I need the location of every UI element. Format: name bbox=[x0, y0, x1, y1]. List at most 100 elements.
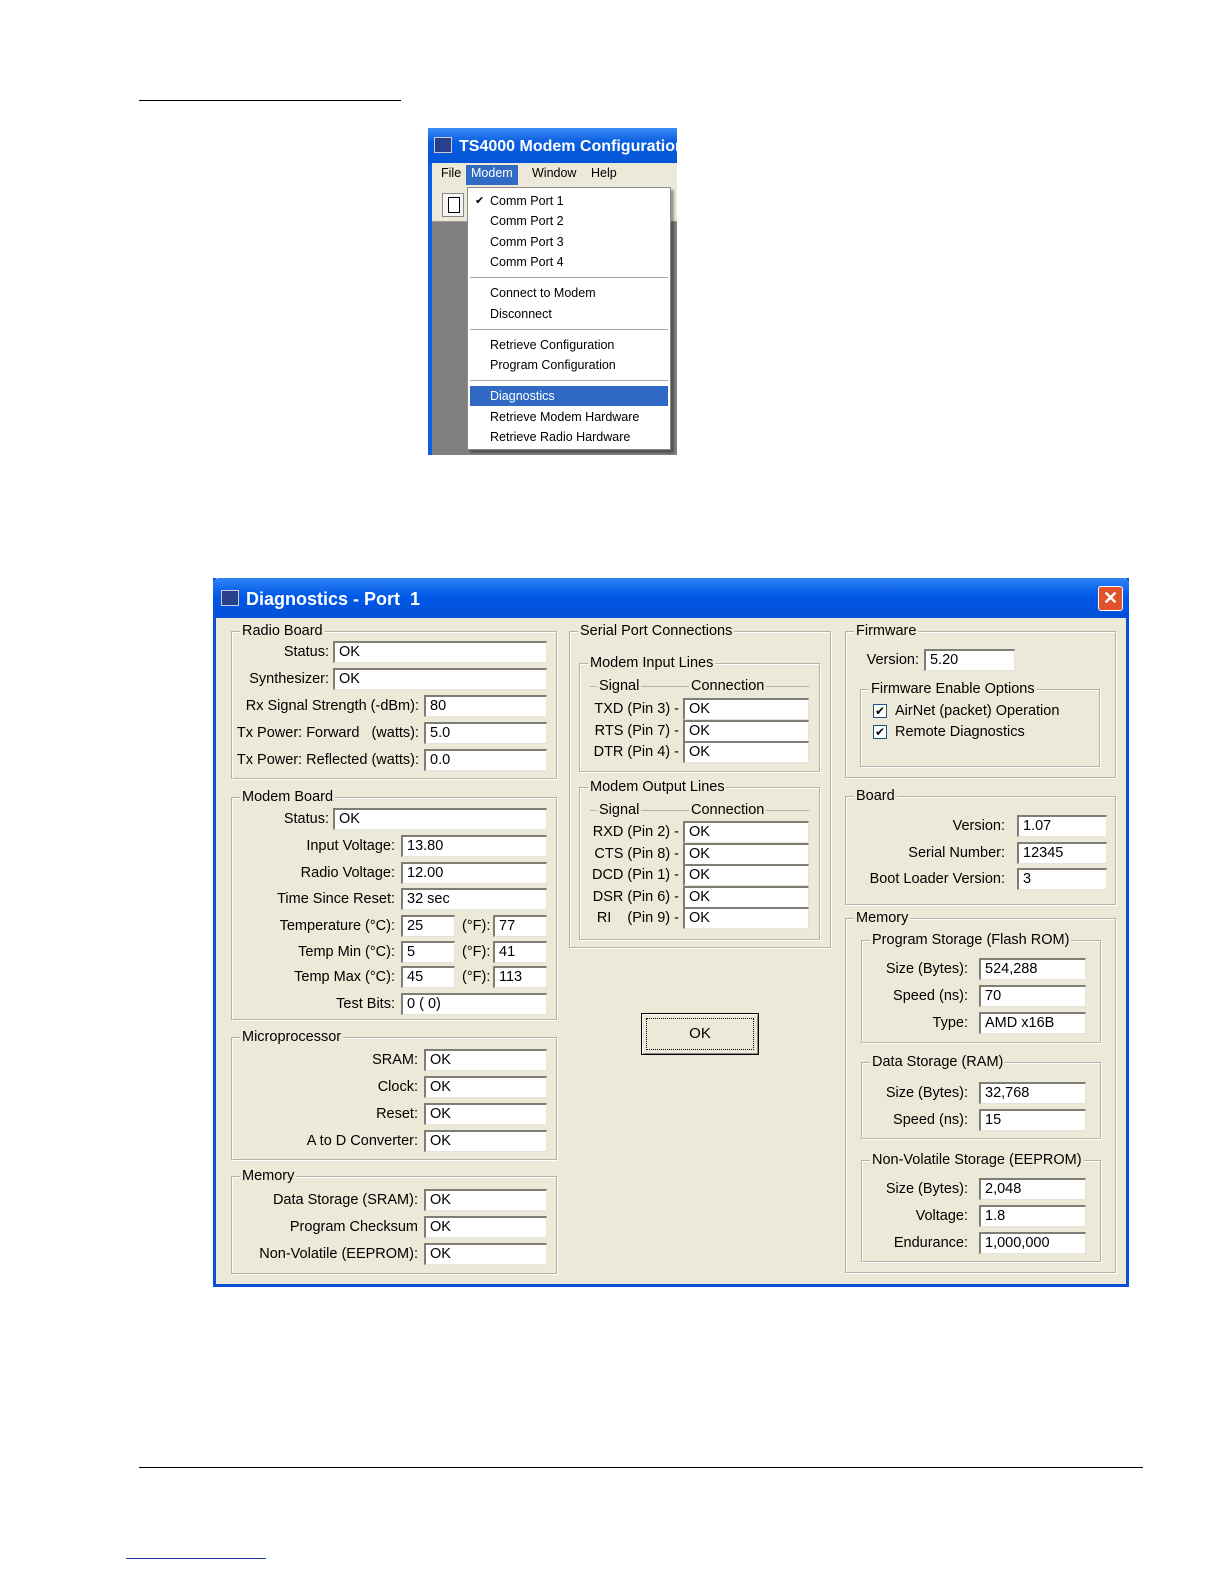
connection-header: Connection bbox=[689, 801, 767, 819]
menu-item-label: Program Configuration bbox=[490, 358, 616, 373]
program-1-label: Speed (ns): bbox=[893, 988, 968, 1004]
modem-5-label: Temp Min (°C): bbox=[298, 944, 395, 960]
program-0-label: Size (Bytes): bbox=[885, 961, 968, 977]
menu-item-program-configuration[interactable]: Program Configuration bbox=[470, 355, 668, 375]
modem-3-field: 32 sec bbox=[401, 888, 547, 910]
menu-item-comm-port-3[interactable]: Comm Port 3 bbox=[470, 232, 668, 252]
data-storage-group-title: Data Storage (RAM) bbox=[870, 1053, 1006, 1071]
fahrenheit-label: (°F): bbox=[462, 918, 491, 934]
checkmark-icon: ✔ bbox=[874, 704, 886, 718]
modem-1-label: Input Voltage: bbox=[306, 838, 395, 854]
input-line-0-label: TXD (Pin 3) - bbox=[594, 701, 679, 717]
modem-2-label: Radio Voltage: bbox=[300, 865, 395, 881]
data-1-label: Speed (ns): bbox=[893, 1112, 968, 1128]
menu-item-retrieve-radio-hardware[interactable]: Retrieve Radio Hardware bbox=[470, 427, 668, 447]
signal-header: Signal bbox=[597, 801, 642, 819]
new-document-icon[interactable] bbox=[442, 193, 464, 217]
output-line-0-label: RXD (Pin 2) - bbox=[592, 824, 679, 840]
checkmark-icon: ✔ bbox=[874, 725, 886, 739]
menu-item-comm-port-1[interactable]: ✔ Comm Port 1 bbox=[470, 191, 668, 211]
program-1-field: 70 bbox=[979, 985, 1086, 1007]
menu-item-comm-port-4[interactable]: Comm Port 4 bbox=[470, 252, 668, 272]
menu-help[interactable]: Help bbox=[586, 165, 622, 185]
radio-2-field: 80 bbox=[424, 695, 547, 717]
radio-2-label: Rx Signal Strength (-dBm): bbox=[245, 698, 419, 714]
menu-file[interactable]: File bbox=[436, 165, 466, 185]
top-rule bbox=[139, 100, 401, 101]
ok-button-label: OK bbox=[646, 1018, 754, 1050]
nonvolatile-1-label: Voltage: bbox=[915, 1208, 968, 1224]
radio-4-field: 0.0 bbox=[424, 749, 547, 771]
fahrenheit-field: 113 bbox=[493, 966, 547, 988]
memory-status-group-title: Memory bbox=[240, 1167, 297, 1185]
modem-input-lines-group-title: Modem Input Lines bbox=[588, 654, 716, 672]
modem-7-field: 0 ( 0) bbox=[401, 993, 547, 1015]
firmware-version-field: 5.20 bbox=[924, 649, 1015, 671]
fahrenheit-field: 41 bbox=[493, 941, 547, 963]
app-icon bbox=[434, 137, 452, 153]
nonvolatile-0-field: 2,048 bbox=[979, 1178, 1086, 1200]
menu-item-label: Retrieve Configuration bbox=[490, 337, 615, 352]
output-line-1-field: OK bbox=[683, 843, 809, 865]
modem-5-field: 5 bbox=[401, 941, 455, 963]
micro-1-label: Clock: bbox=[377, 1079, 418, 1095]
board-0-field: 1.07 bbox=[1017, 815, 1107, 837]
mem-1-field: OK bbox=[424, 1216, 547, 1238]
menu-item-label: Comm Port 4 bbox=[490, 254, 564, 269]
output-line-3-field: OK bbox=[683, 886, 809, 908]
menu-modem[interactable]: Modem bbox=[466, 165, 518, 185]
program-2-label: Type: bbox=[932, 1015, 968, 1031]
radio-0-field: OK bbox=[333, 641, 547, 663]
option-checkbox[interactable]: ✔ bbox=[873, 725, 887, 739]
menu-item-label: Connect to Modem bbox=[490, 286, 596, 301]
fahrenheit-label: (°F): bbox=[462, 969, 491, 985]
radio-4-label: Tx Power: Reflected (watts): bbox=[236, 752, 419, 768]
radio-3-label: Tx Power: Forward (watts): bbox=[236, 725, 419, 741]
input-line-2-field: OK bbox=[683, 741, 809, 763]
data-1-field: 15 bbox=[979, 1109, 1086, 1131]
nonvolatile-2-label: Endurance: bbox=[893, 1235, 968, 1251]
menu-item-label: Comm Port 3 bbox=[490, 234, 564, 249]
menu-item-retrieve-modem-hardware[interactable]: Retrieve Modem Hardware bbox=[470, 407, 668, 427]
output-line-4-label: RI (Pin 9) - bbox=[596, 910, 679, 926]
radio-board-group-title: Radio Board bbox=[240, 622, 325, 640]
nonvolatile-0-label: Size (Bytes): bbox=[885, 1181, 968, 1197]
menu-separator bbox=[470, 277, 668, 279]
menu-item-label: Comm Port 1 bbox=[490, 194, 564, 208]
close-button[interactable]: ✕ bbox=[1098, 586, 1123, 611]
data-0-label: Size (Bytes): bbox=[885, 1085, 968, 1101]
menu-item-retrieve-configuration[interactable]: Retrieve Configuration bbox=[470, 335, 668, 355]
micro-3-label: A to D Converter: bbox=[306, 1133, 418, 1149]
nonvolatile-1-field: 1.8 bbox=[979, 1205, 1086, 1227]
modem-6-field: 45 bbox=[401, 966, 455, 988]
input-line-1-field: OK bbox=[683, 720, 809, 742]
output-line-0-field: OK bbox=[683, 821, 809, 843]
data-0-field: 32,768 bbox=[979, 1082, 1086, 1104]
nonvolatile-storage-group-title: Non-Volatile Storage (EEPROM) bbox=[870, 1151, 1084, 1169]
nonvolatile-2-field: 1,000,000 bbox=[979, 1232, 1086, 1254]
board-2-label: Boot Loader Version: bbox=[869, 871, 1005, 887]
mem-2-field: OK bbox=[424, 1243, 547, 1265]
radio-1-label: Synthesizer: bbox=[249, 671, 329, 687]
menu-item-label: Diagnostics bbox=[490, 389, 555, 404]
menu-item-disconnect[interactable]: Disconnect bbox=[470, 304, 668, 324]
menu-window[interactable]: Window bbox=[527, 165, 581, 185]
menu-item-label: Comm Port 2 bbox=[490, 214, 564, 229]
radio-0-label: Status: bbox=[283, 644, 329, 660]
menu-item-label: Retrieve Radio Hardware bbox=[490, 430, 631, 444]
menu-item-connect-to-modem[interactable]: Connect to Modem bbox=[470, 283, 668, 303]
program-storage-group-title: Program Storage (Flash ROM) bbox=[870, 931, 1072, 949]
option-checkbox[interactable]: ✔ bbox=[873, 704, 887, 718]
menu-item-comm-port-2[interactable]: Comm Port 2 bbox=[470, 211, 668, 231]
connection-header: Connection bbox=[689, 677, 767, 695]
option-label: AirNet (packet) Operation bbox=[895, 703, 1060, 719]
menu-item-diagnostics[interactable]: Diagnostics bbox=[470, 386, 668, 407]
radio-3-field: 5.0 bbox=[424, 722, 547, 744]
firmware-options-group-title: Firmware Enable Options bbox=[869, 680, 1037, 698]
board-0-label: Version: bbox=[952, 818, 1005, 834]
output-line-2-field: OK bbox=[683, 864, 809, 886]
modem-output-lines-group-title: Modem Output Lines bbox=[588, 778, 727, 796]
ok-button[interactable]: OK bbox=[641, 1013, 759, 1055]
dialog-title-bar: Diagnostics - Port 1 ✕ bbox=[213, 578, 1129, 618]
menu-item-label: Disconnect bbox=[490, 306, 552, 321]
